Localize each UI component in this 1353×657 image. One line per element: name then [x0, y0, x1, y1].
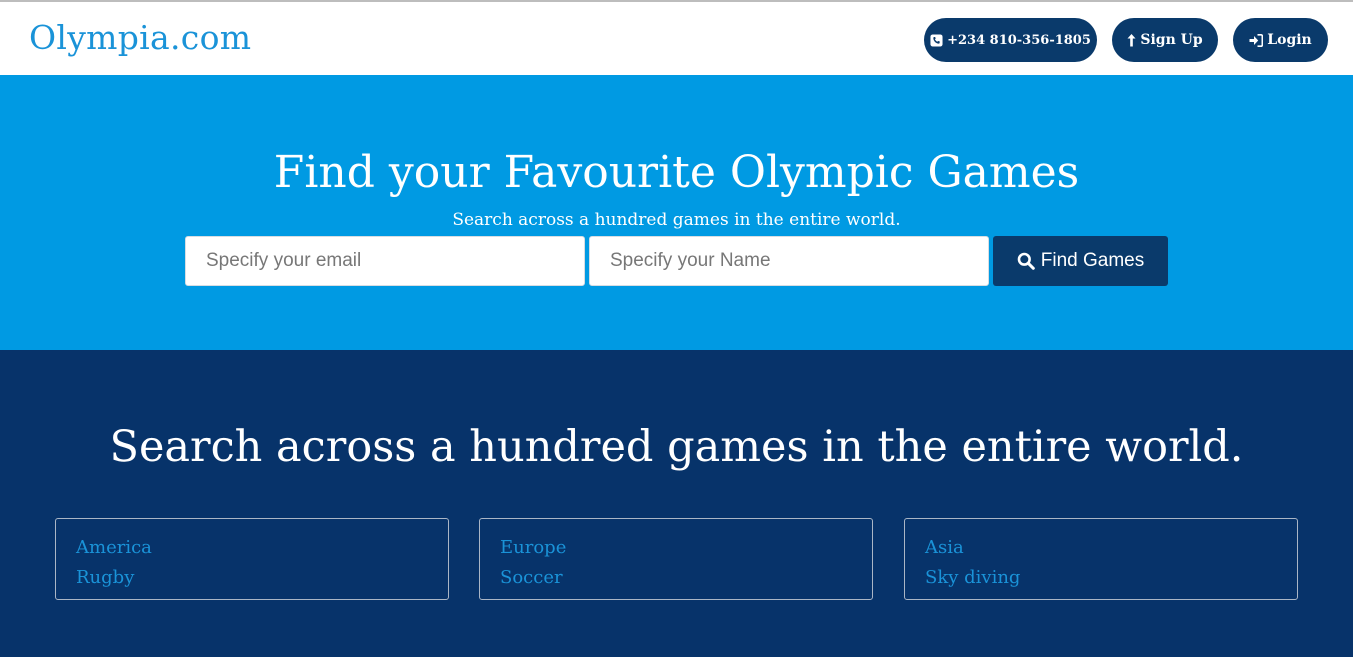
hero-subtitle: Search across a hundred games in the ent…: [452, 210, 901, 230]
signup-button[interactable]: Sign Up: [1112, 18, 1218, 62]
hero-title: Find your Favourite Olympic Games: [273, 147, 1080, 198]
search-icon: [1017, 252, 1035, 270]
games-section-title: Search across a hundred games in the ent…: [109, 422, 1244, 472]
brand-logo-link[interactable]: Olympia.com: [29, 18, 251, 57]
games-section: Search across a hundred games in the ent…: [0, 350, 1353, 657]
card-region-link[interactable]: Europe: [500, 533, 852, 563]
card-region-link[interactable]: Asia: [925, 533, 1277, 563]
card-sport-link[interactable]: Soccer: [500, 563, 852, 593]
phone-square-icon: [930, 33, 943, 47]
login-label: Login: [1267, 32, 1312, 48]
phone-button[interactable]: +234 810-356-1805: [924, 18, 1097, 62]
signup-label: Sign Up: [1140, 32, 1203, 48]
find-games-label: Find Games: [1040, 250, 1145, 271]
navbar: Olympia.com +234 810-356-1805 Sign Up Lo…: [0, 2, 1353, 75]
arrow-up-icon: [1127, 33, 1136, 46]
card-sport-link[interactable]: Sky diving: [925, 563, 1277, 593]
card-sport-link[interactable]: Rugby: [76, 563, 428, 593]
email-field[interactable]: [185, 236, 585, 286]
login-button[interactable]: Login: [1233, 18, 1328, 62]
find-games-button[interactable]: Find Games: [993, 236, 1168, 286]
game-card-america[interactable]: America Rugby: [55, 518, 449, 600]
phone-number: +234 810-356-1805: [947, 32, 1091, 48]
card-region-link[interactable]: America: [76, 533, 428, 563]
hero-section: Find your Favourite Olympic Games Search…: [0, 75, 1353, 350]
sign-in-icon: [1249, 33, 1264, 47]
name-field[interactable]: [589, 236, 989, 286]
game-card-europe[interactable]: Europe Soccer: [479, 518, 873, 600]
game-card-asia[interactable]: Asia Sky diving: [904, 518, 1298, 600]
